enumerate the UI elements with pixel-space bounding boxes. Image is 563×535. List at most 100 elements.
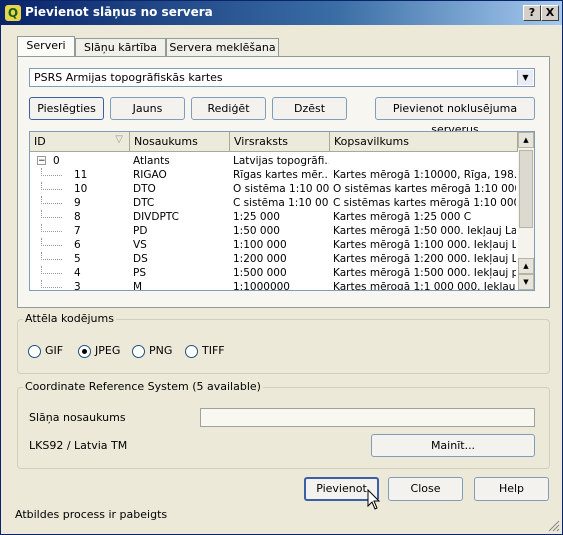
tree-cell: VS bbox=[133, 239, 147, 251]
close-button[interactable]: Close bbox=[388, 477, 463, 501]
tree-branch-line bbox=[41, 238, 62, 246]
mouse-cursor-icon bbox=[367, 489, 381, 510]
tree-branch-line bbox=[41, 280, 62, 288]
tree-cell: Kartes mērogā 1:50 000. Iekļauj La... bbox=[333, 225, 516, 237]
tab-servers[interactable]: Serveri bbox=[17, 36, 75, 57]
tree-row[interactable]: 7 PD 1:50 000 Kartes mērogā 1:50 000. Iekļa… bbox=[30, 224, 518, 238]
radio-tiff[interactable] bbox=[185, 345, 198, 358]
dialog-window: Q Pievienot slāņus no servera ? X Server… bbox=[0, 0, 563, 535]
scrollbar-thumb[interactable] bbox=[519, 150, 533, 228]
tree-cell: PD bbox=[133, 225, 148, 237]
tree-branch-line bbox=[41, 252, 62, 260]
resize-grip-icon[interactable] bbox=[546, 518, 560, 532]
window-title: Pievienot slāņus no servera bbox=[25, 5, 213, 19]
tree-cell: Rīgas kartes mēr... bbox=[233, 169, 329, 181]
status-text: Atbildes process ir pabeigts bbox=[15, 508, 168, 521]
scroll-down-icon[interactable]: ▼ bbox=[518, 274, 534, 290]
tree-cell: Kartes mērogā 1:10000, Rīga, 198... bbox=[333, 169, 516, 181]
tree-row[interactable]: 5 DS 1:200 000 Kartes mērogā 1:200 000. Iek… bbox=[30, 252, 518, 266]
radio-jpeg[interactable] bbox=[78, 345, 91, 358]
sort-indicator-icon: ▽ bbox=[115, 134, 123, 145]
tree-cell: 1:500 000 bbox=[233, 267, 287, 279]
title-bar[interactable]: Q Pievienot slāņus no servera ? X bbox=[1, 1, 562, 25]
tree-cell: 1:25 000 bbox=[233, 211, 280, 223]
tree-cell: 4 bbox=[74, 267, 81, 279]
delete-button[interactable]: Dzēst bbox=[272, 97, 347, 120]
tree-cell: Kartes mērogā 1:25 000 C bbox=[333, 211, 472, 223]
tree-cell: DS bbox=[133, 253, 148, 265]
tree-branch-line bbox=[41, 224, 62, 232]
tree-cell: O sistēmas kartes mērogā 1:10 000 bbox=[333, 183, 516, 195]
edit-button[interactable]: Rediģēt bbox=[191, 97, 266, 120]
column-header-name[interactable]: Nosaukums bbox=[130, 132, 230, 152]
tree-branch-line bbox=[41, 182, 62, 190]
tree-cell: M bbox=[133, 281, 143, 291]
radio-png-label[interactable]: PNG bbox=[149, 344, 172, 357]
tree-row[interactable]: 3 M 1:1000000 Kartes mērogā 1:1 000 000. Ie… bbox=[30, 280, 518, 291]
server-select-value: PSRS Armijas topogrāfiskās kartes bbox=[34, 71, 223, 84]
tree-row[interactable]: 8 DIVDPTC 1:25 000 Kartes mērogā 1:25 000 C bbox=[30, 210, 518, 224]
tree-cell: Kartes mērogā 1:100 000. Iekļauj L... bbox=[333, 239, 516, 251]
close-title-button[interactable]: X bbox=[541, 5, 559, 21]
column-header-id[interactable]: ID ▽ bbox=[30, 132, 130, 152]
radio-png[interactable] bbox=[132, 345, 145, 358]
layer-name-label: Slāņa nosaukums bbox=[29, 411, 126, 424]
radio-gif[interactable] bbox=[28, 345, 41, 358]
tree-cell: 8 bbox=[74, 211, 81, 223]
tree-row[interactable]: 11 RIGAO Rīgas kartes mēr... Kartes mērogā … bbox=[30, 168, 518, 182]
tree-row[interactable]: 6 VS 1:100 000 Kartes mērogā 1:100 000. Iek… bbox=[30, 238, 518, 252]
tree-row[interactable]: 10 DTO O sistēma 1:10 000 O sistēmas kartes… bbox=[30, 182, 518, 196]
crs-group-label: Coordinate Reference System (5 available… bbox=[23, 380, 263, 393]
tree-cell: 3 bbox=[74, 281, 81, 291]
qgis-app-icon: Q bbox=[5, 5, 21, 21]
tree-cell: Latvijas topogrāfi... bbox=[233, 155, 329, 167]
layer-name-input[interactable] bbox=[200, 408, 535, 427]
server-select[interactable]: PSRS Armijas topogrāfiskās kartes ▼ bbox=[29, 68, 535, 87]
tree-cell: Kartes mērogā 1:500 000. Iekļauj p... bbox=[333, 267, 516, 279]
column-header-abstract[interactable]: Kopsavilkums bbox=[330, 132, 518, 152]
tree-cell: C sistēma 1:10 000 bbox=[233, 197, 329, 209]
tree-cell: 9 bbox=[74, 197, 81, 209]
tree-cell: 1:200 000 bbox=[233, 253, 287, 265]
tree-cell: 0 bbox=[53, 155, 60, 167]
new-button[interactable]: Jauns bbox=[110, 97, 185, 120]
crs-current-value: LKS92 / Latvia TM bbox=[29, 439, 128, 452]
tree-cell: Kartes mērogā 1:1 000 000. Iekļauj... bbox=[333, 281, 516, 291]
tree-branch-line bbox=[41, 266, 62, 274]
radio-gif-label[interactable]: GIF bbox=[45, 344, 63, 357]
radio-tiff-label[interactable]: TIFF bbox=[202, 344, 225, 357]
tree-branch-line bbox=[41, 210, 62, 218]
tree-cell: 7 bbox=[74, 225, 81, 237]
column-header-title[interactable]: Virsraksts bbox=[230, 132, 330, 152]
column-header-id-label: ID bbox=[34, 135, 46, 148]
tree-row[interactable]: 4 PS 1:500 000 Kartes mērogā 1:500 000. Iek… bbox=[30, 266, 518, 280]
tree-cell: 10 bbox=[74, 183, 88, 195]
tree-cell: Kartes mērogā 1:200 000. Iekļauj L... bbox=[333, 253, 516, 265]
tree-cell: PS bbox=[133, 267, 146, 279]
connect-button[interactable]: Pieslēgties bbox=[29, 97, 104, 120]
tree-vertical-scrollbar[interactable]: ▲ ▲ ▼ bbox=[518, 132, 534, 290]
layers-tree[interactable]: ID ▽ Nosaukums Virsraksts Kopsavilkums 0… bbox=[29, 131, 535, 291]
tab-layer-order[interactable]: Slāņu kārtība bbox=[75, 38, 166, 56]
tree-cell: DTC bbox=[133, 197, 155, 209]
tree-row[interactable]: 0 Atlants Latvijas topogrāfi... − bbox=[30, 154, 518, 168]
help-button[interactable]: Help bbox=[474, 477, 549, 501]
tree-cell: Atlants bbox=[133, 155, 170, 167]
help-title-button[interactable]: ? bbox=[523, 5, 541, 21]
add-default-servers-button[interactable]: Pievienot noklusējuma serverus bbox=[375, 97, 535, 136]
tree-cell: O sistēma 1:10 000 bbox=[233, 183, 329, 195]
tree-cell: 1:50 000 bbox=[233, 225, 280, 237]
tree-cell: 6 bbox=[74, 239, 81, 251]
tree-branch-line bbox=[41, 168, 62, 176]
tree-cell: 5 bbox=[74, 253, 81, 265]
tree-cell: RIGAO bbox=[133, 169, 167, 181]
chevron-down-icon[interactable]: ▼ bbox=[517, 70, 533, 85]
collapse-icon[interactable]: − bbox=[37, 156, 46, 166]
change-crs-button[interactable]: Mainīt... bbox=[371, 434, 535, 457]
tree-branch-line bbox=[41, 196, 62, 204]
scroll-up-icon[interactable]: ▲ bbox=[518, 258, 534, 274]
tab-server-search[interactable]: Servera meklēšana bbox=[166, 38, 279, 56]
tree-row[interactable]: 9 DTC C sistēma 1:10 000 C sistēmas kartes … bbox=[30, 196, 518, 210]
radio-jpeg-label[interactable]: JPEG bbox=[95, 344, 120, 357]
scroll-up-icon[interactable]: ▲ bbox=[518, 132, 534, 148]
